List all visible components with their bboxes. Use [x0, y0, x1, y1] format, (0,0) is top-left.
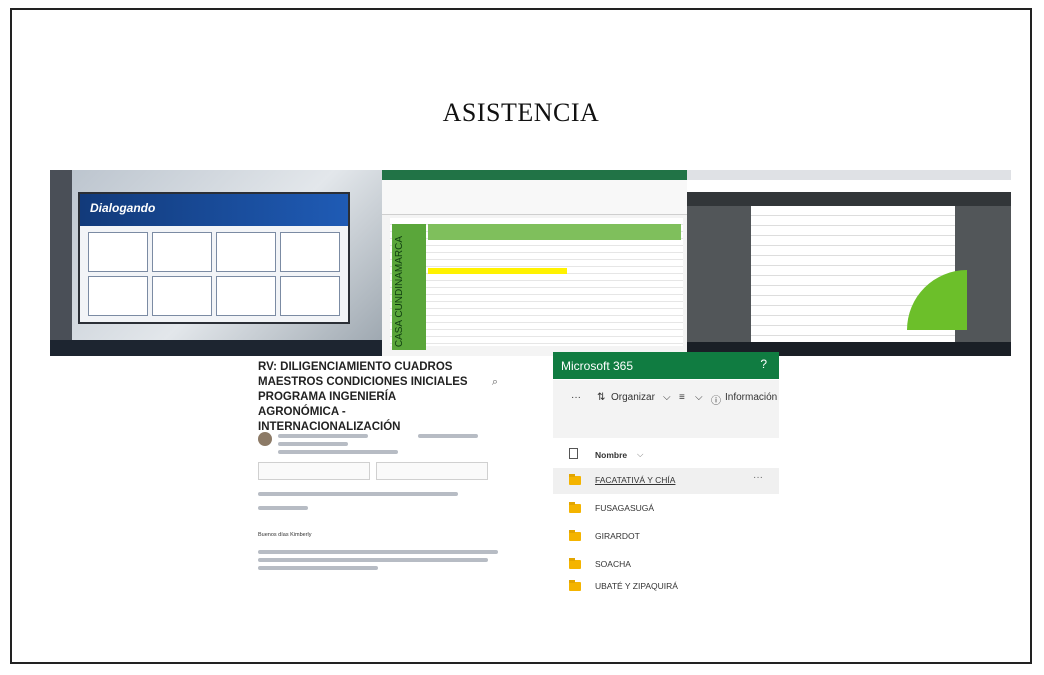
info-button[interactable]: Información: [725, 392, 777, 403]
meeting-card: [152, 232, 212, 272]
column-header[interactable]: Nombre ⌵: [553, 444, 779, 468]
folder-name[interactable]: UBATÉ Y ZIPAQUIRÁ: [595, 581, 678, 591]
meeting-card: [216, 232, 276, 272]
browser-tabs: [687, 170, 1011, 180]
spreadsheet-header-row: [428, 224, 681, 240]
email-body-line: [258, 550, 498, 554]
chevron-down-icon[interactable]: ⌵: [695, 392, 703, 403]
highlighted-row: [428, 268, 567, 274]
folder-row[interactable]: FACATATIVÁ Y CHÍA ···: [553, 468, 779, 494]
meeting-card: [280, 276, 340, 316]
organize-button[interactable]: Organizar: [611, 392, 655, 403]
attachment[interactable]: [376, 462, 488, 480]
email-body-line: [258, 566, 378, 570]
folder-icon: [569, 558, 581, 569]
folder-icon: [569, 530, 581, 541]
help-icon[interactable]: ?: [760, 357, 767, 371]
meeting-card: [152, 276, 212, 316]
windows-taskbar: [50, 340, 382, 356]
email-screenshot: RV: DILIGENCIAMIENTO CUADROS MAESTROS CO…: [258, 360, 508, 572]
slide-frame: ASISTENCIA Dialogando CASA CUNDINAMARCA: [10, 8, 1032, 664]
folder-row[interactable]: GIRARDOT: [553, 524, 779, 550]
folder-row[interactable]: UBATÉ Y ZIPAQUIRÁ: [553, 574, 779, 600]
chevron-down-icon[interactable]: ⌵: [663, 392, 671, 403]
pdf-screenshot: [687, 170, 1011, 356]
row-more-button[interactable]: ···: [753, 472, 763, 483]
excel-titlebar: [382, 170, 687, 180]
ms365-brand: Microsoft 365: [561, 359, 634, 373]
ms365-panel: Microsoft 365 ? ··· ⇅ Organizar ⌵ ≡ ⌵ ⓘ …: [553, 352, 779, 602]
zoom-icon: ⌕: [491, 376, 498, 388]
laptop-screen: Dialogando: [78, 192, 350, 324]
view-icon[interactable]: ≡: [679, 392, 685, 403]
folder-icon: [569, 474, 581, 485]
file-type-icon: [569, 448, 578, 459]
avatar: [258, 432, 272, 446]
folder-icon: [569, 502, 581, 513]
folder-row[interactable]: FUSAGASUGÁ: [553, 496, 779, 522]
meeting-banner: Dialogando: [80, 194, 348, 226]
email-body-line: [258, 558, 488, 562]
meeting-cards: [88, 232, 340, 316]
folder-name[interactable]: SOACHA: [595, 559, 631, 569]
attachment-info-line: [258, 492, 458, 496]
meeting-card: [88, 276, 148, 316]
sort-icon[interactable]: ⇅: [597, 392, 605, 403]
email-subject: RV: DILIGENCIAMIENTO CUADROS MAESTROS CO…: [258, 361, 468, 433]
meeting-photo: Dialogando: [50, 170, 382, 356]
chevron-down-icon[interactable]: ⌵: [637, 449, 643, 460]
column-name[interactable]: Nombre: [595, 450, 627, 460]
pdf-toolbar: [687, 192, 1011, 206]
actions-line: [418, 434, 478, 438]
attachment[interactable]: [258, 462, 370, 480]
folder-name[interactable]: FUSAGASUGÁ: [595, 503, 654, 513]
folder-name[interactable]: GIRARDOT: [595, 531, 640, 541]
recipient-line: [278, 442, 348, 446]
email-greeting: Buenos días Kimberly: [258, 532, 312, 538]
more-options-button[interactable]: ···: [571, 392, 581, 403]
download-line: [258, 506, 308, 510]
meeting-card: [280, 232, 340, 272]
meeting-brand: Dialogando: [90, 201, 156, 215]
meeting-card: [88, 232, 148, 272]
photo-shadow: [50, 170, 72, 356]
slide-title: ASISTENCIA: [442, 98, 600, 127]
ms365-header: Microsoft 365 ?: [553, 352, 779, 379]
sender-line: [278, 434, 368, 438]
folder-icon: [569, 580, 581, 591]
cc-line: [278, 450, 398, 454]
spreadsheet-screenshot: CASA CUNDINAMARCA: [382, 170, 687, 356]
info-icon[interactable]: ⓘ: [711, 392, 721, 407]
excel-ribbon: [382, 170, 687, 215]
folder-name[interactable]: FACATATIVÁ Y CHÍA: [595, 475, 675, 485]
command-bar: ··· ⇅ Organizar ⌵ ≡ ⌵ ⓘ Información: [553, 380, 779, 438]
merged-cell-label: CASA CUNDINAMARCA: [394, 236, 405, 348]
meeting-card: [216, 276, 276, 316]
